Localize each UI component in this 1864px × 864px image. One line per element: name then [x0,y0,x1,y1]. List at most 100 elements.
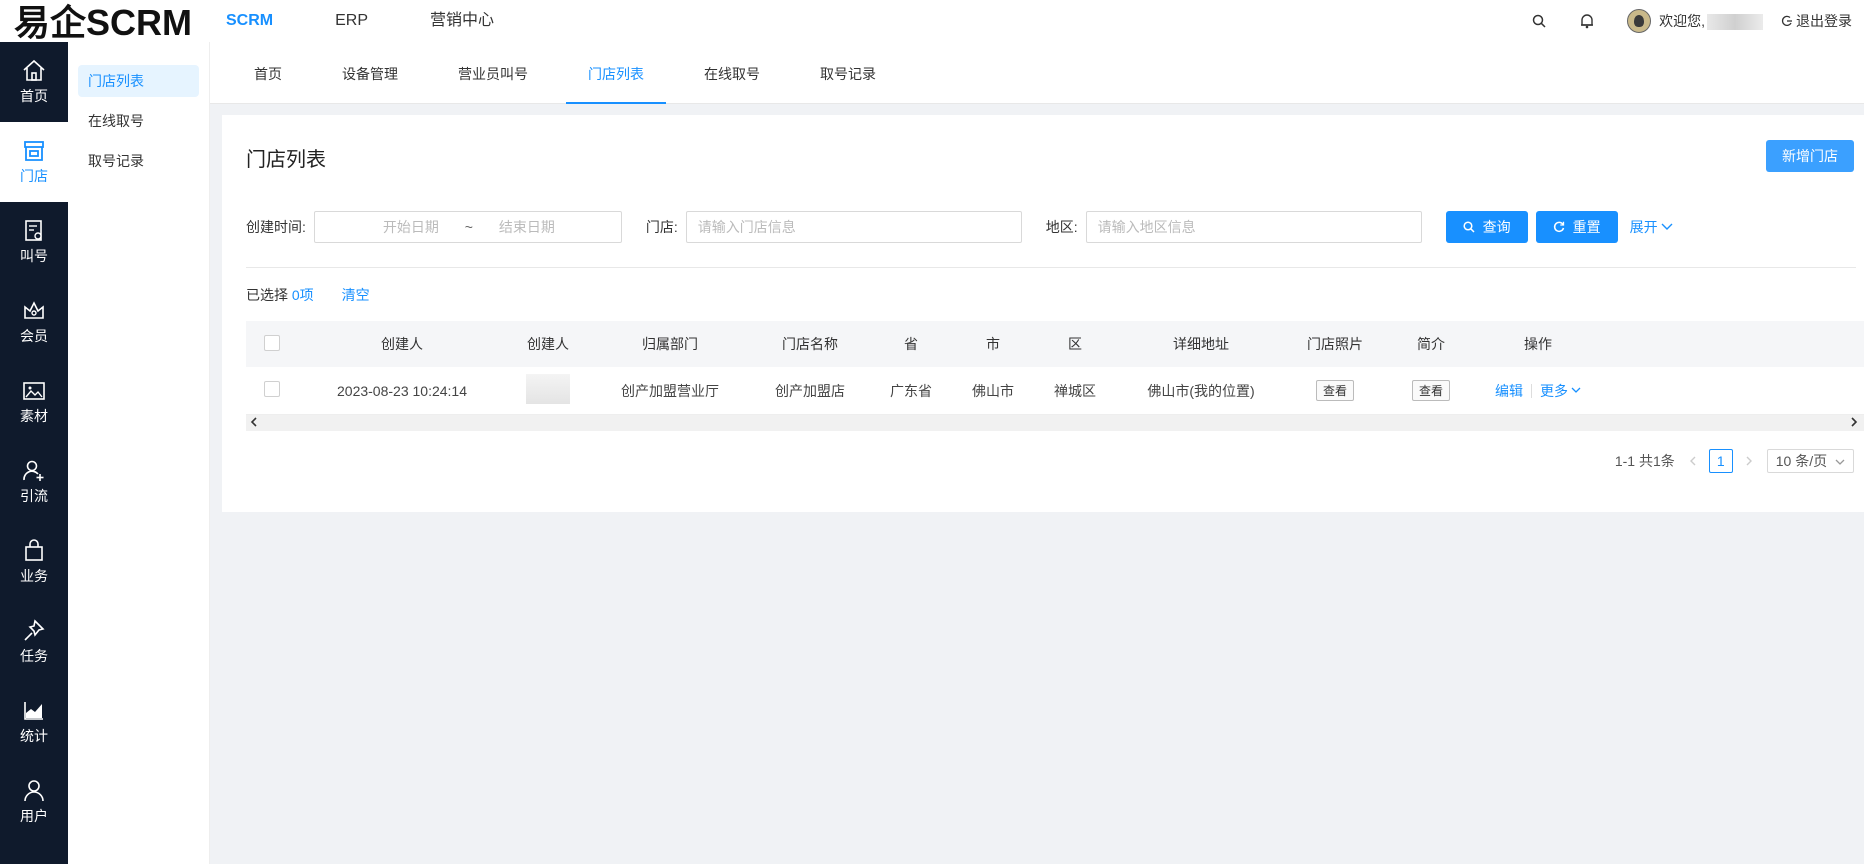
view-intro-button[interactable]: 查看 [1411,380,1450,401]
user-icon [24,780,44,802]
blurred-creator [526,374,570,404]
col-creator[interactable]: 创建人 [506,334,590,354]
submenu-ticket-records[interactable]: 取号记录 [78,145,199,177]
date-tilde: ~ [464,219,473,235]
table-header: 创建人 创建人 归属部门 门店名称 省 市 区 详细地址 门店照片 简介 操作 [246,321,1864,367]
tab-ticket-records[interactable]: 取号记录 [798,42,898,104]
search-icon [1463,221,1475,233]
cell-actions: 编辑 更多 [1478,381,1598,401]
app-logo: 易企SCRM [14,2,192,43]
user-add-icon [23,460,44,481]
logout-button[interactable]: 退出登录 [1781,11,1852,31]
sidebar-item-user[interactable]: 用户 [0,762,68,842]
col-intro[interactable]: 简介 [1384,334,1478,354]
chevron-down-icon [1661,223,1673,230]
page-number[interactable]: 1 [1708,449,1733,473]
action-divider [1531,383,1532,398]
col-actions[interactable]: 操作 [1478,334,1598,354]
sidebar-item-traffic[interactable]: 引流 [0,442,68,522]
region-input[interactable]: 请输入地区信息 [1085,211,1422,243]
submenu-store-list[interactable]: 门店列表 [78,65,199,97]
sub-menu: 门店列表 在线取号 取号记录 [68,42,210,864]
cell-city: 佛山市 [972,382,1014,399]
sidebar-item-business[interactable]: 业务 [0,522,68,602]
sidebar-item-member[interactable]: 会员 [0,282,68,362]
horizontal-scrollbar[interactable] [246,415,1864,431]
cell-creator [506,374,590,407]
cell-created-time: 2023-08-23 10:24:14 [337,382,467,399]
queue-icon [25,220,42,241]
avatar[interactable] [1627,9,1652,33]
welcome-text: 欢迎您, [1659,11,1763,31]
sidebar-item-material[interactable]: 素材 [0,362,68,442]
sidebar-item-queue[interactable]: 叫号 [0,202,68,282]
topnav-marketing[interactable]: 营销中心 [430,0,494,42]
cell-department: 创产加盟营业厅 [621,382,719,399]
topnav-scrm[interactable]: SCRM [226,0,273,42]
crown-icon [24,301,44,319]
sidebar-item-home[interactable]: 首页 [0,42,68,122]
bell-icon[interactable] [1577,11,1597,31]
page-size-select[interactable]: 10 条/页 [1766,449,1854,473]
tab-home[interactable]: 首页 [232,42,304,104]
pagination: 1-1 共1条 1 10 条/页 [1615,449,1854,473]
row-checkbox-cell [246,381,298,400]
sidebar-item-task[interactable]: 任务 [0,602,68,682]
more-dropdown[interactable]: 更多 [1540,381,1581,401]
cell-district: 禅城区 [1054,382,1096,399]
scroll-right-icon[interactable] [1850,416,1858,430]
clear-selection-link[interactable]: 清空 [342,287,370,303]
edit-link[interactable]: 编辑 [1495,381,1523,401]
select-all-cell [246,334,298,354]
row-checkbox[interactable] [264,381,280,397]
tab-clerk-calling[interactable]: 营业员叫号 [436,42,550,104]
main-card: 门店列表 新增门店 创建时间: 开始日期 ~ 结束日期 门店: 请输入门店信息 … [222,115,1864,512]
main-sidebar: 首页 门店 叫号 会员 素材 引流 业务 任务 统计 用户 [0,42,68,864]
start-date-placeholder[interactable]: 开始日期 [315,217,439,237]
end-date-placeholder[interactable]: 结束日期 [499,217,571,237]
logout-icon [1781,15,1792,27]
col-city[interactable]: 市 [952,334,1034,354]
col-store-name[interactable]: 门店名称 [750,334,870,354]
cell-province: 广东省 [890,382,932,399]
store-label: 门店: [645,219,678,235]
tab-device-management[interactable]: 设备管理 [320,42,420,104]
cell-photo: 查看 [1286,380,1384,401]
col-district[interactable]: 区 [1034,334,1116,354]
query-button[interactable]: 查询 [1445,211,1528,243]
topnav-erp[interactable]: ERP [335,0,368,42]
date-range-picker[interactable]: 开始日期 ~ 结束日期 [313,211,622,243]
col-department[interactable]: 归属部门 [590,334,750,354]
top-bar: 易企SCRM SCRM ERP 营销中心 欢迎您, 退出登录 [0,0,1864,43]
chart-icon [24,702,43,720]
cell-address: 佛山市(我的位置) [1147,382,1255,399]
reset-button[interactable]: 重置 [1535,211,1618,243]
sidebar-item-stats[interactable]: 统计 [0,682,68,762]
pagination-summary: 1-1 共1条 [1614,453,1675,469]
cell-intro: 查看 [1384,380,1478,401]
add-store-button[interactable]: 新增门店 [1766,140,1854,172]
bag-icon [25,539,43,561]
tab-online-ticket[interactable]: 在线取号 [682,42,782,104]
next-page-icon[interactable] [1745,453,1753,469]
sidebar-item-store[interactable]: 门店 [0,122,68,202]
store-input[interactable]: 请输入门店信息 [685,211,1022,243]
prev-page-icon[interactable] [1689,453,1697,469]
search-icon[interactable] [1529,11,1549,31]
col-store-photo[interactable]: 门店照片 [1286,334,1384,354]
scroll-left-icon[interactable] [250,416,258,430]
created-time-label: 创建时间: [246,219,306,235]
selection-summary: 已选择 0项 清空 [246,287,370,303]
pin-icon [24,619,45,641]
expand-toggle[interactable]: 展开 [1630,217,1673,237]
page-title: 门店列表 [246,149,326,171]
col-created-time[interactable]: 创建人 [298,334,506,354]
view-photo-button[interactable]: 查看 [1315,380,1354,401]
submenu-online-ticket[interactable]: 在线取号 [78,105,199,137]
select-all-checkbox[interactable] [264,334,280,351]
top-nav: SCRM ERP 营销中心 [226,0,556,42]
tab-store-list[interactable]: 门店列表 [566,42,666,104]
col-province[interactable]: 省 [870,334,952,354]
store-table: 创建人 创建人 归属部门 门店名称 省 市 区 详细地址 门店照片 简介 操作 … [246,321,1864,431]
col-address[interactable]: 详细地址 [1116,334,1286,354]
